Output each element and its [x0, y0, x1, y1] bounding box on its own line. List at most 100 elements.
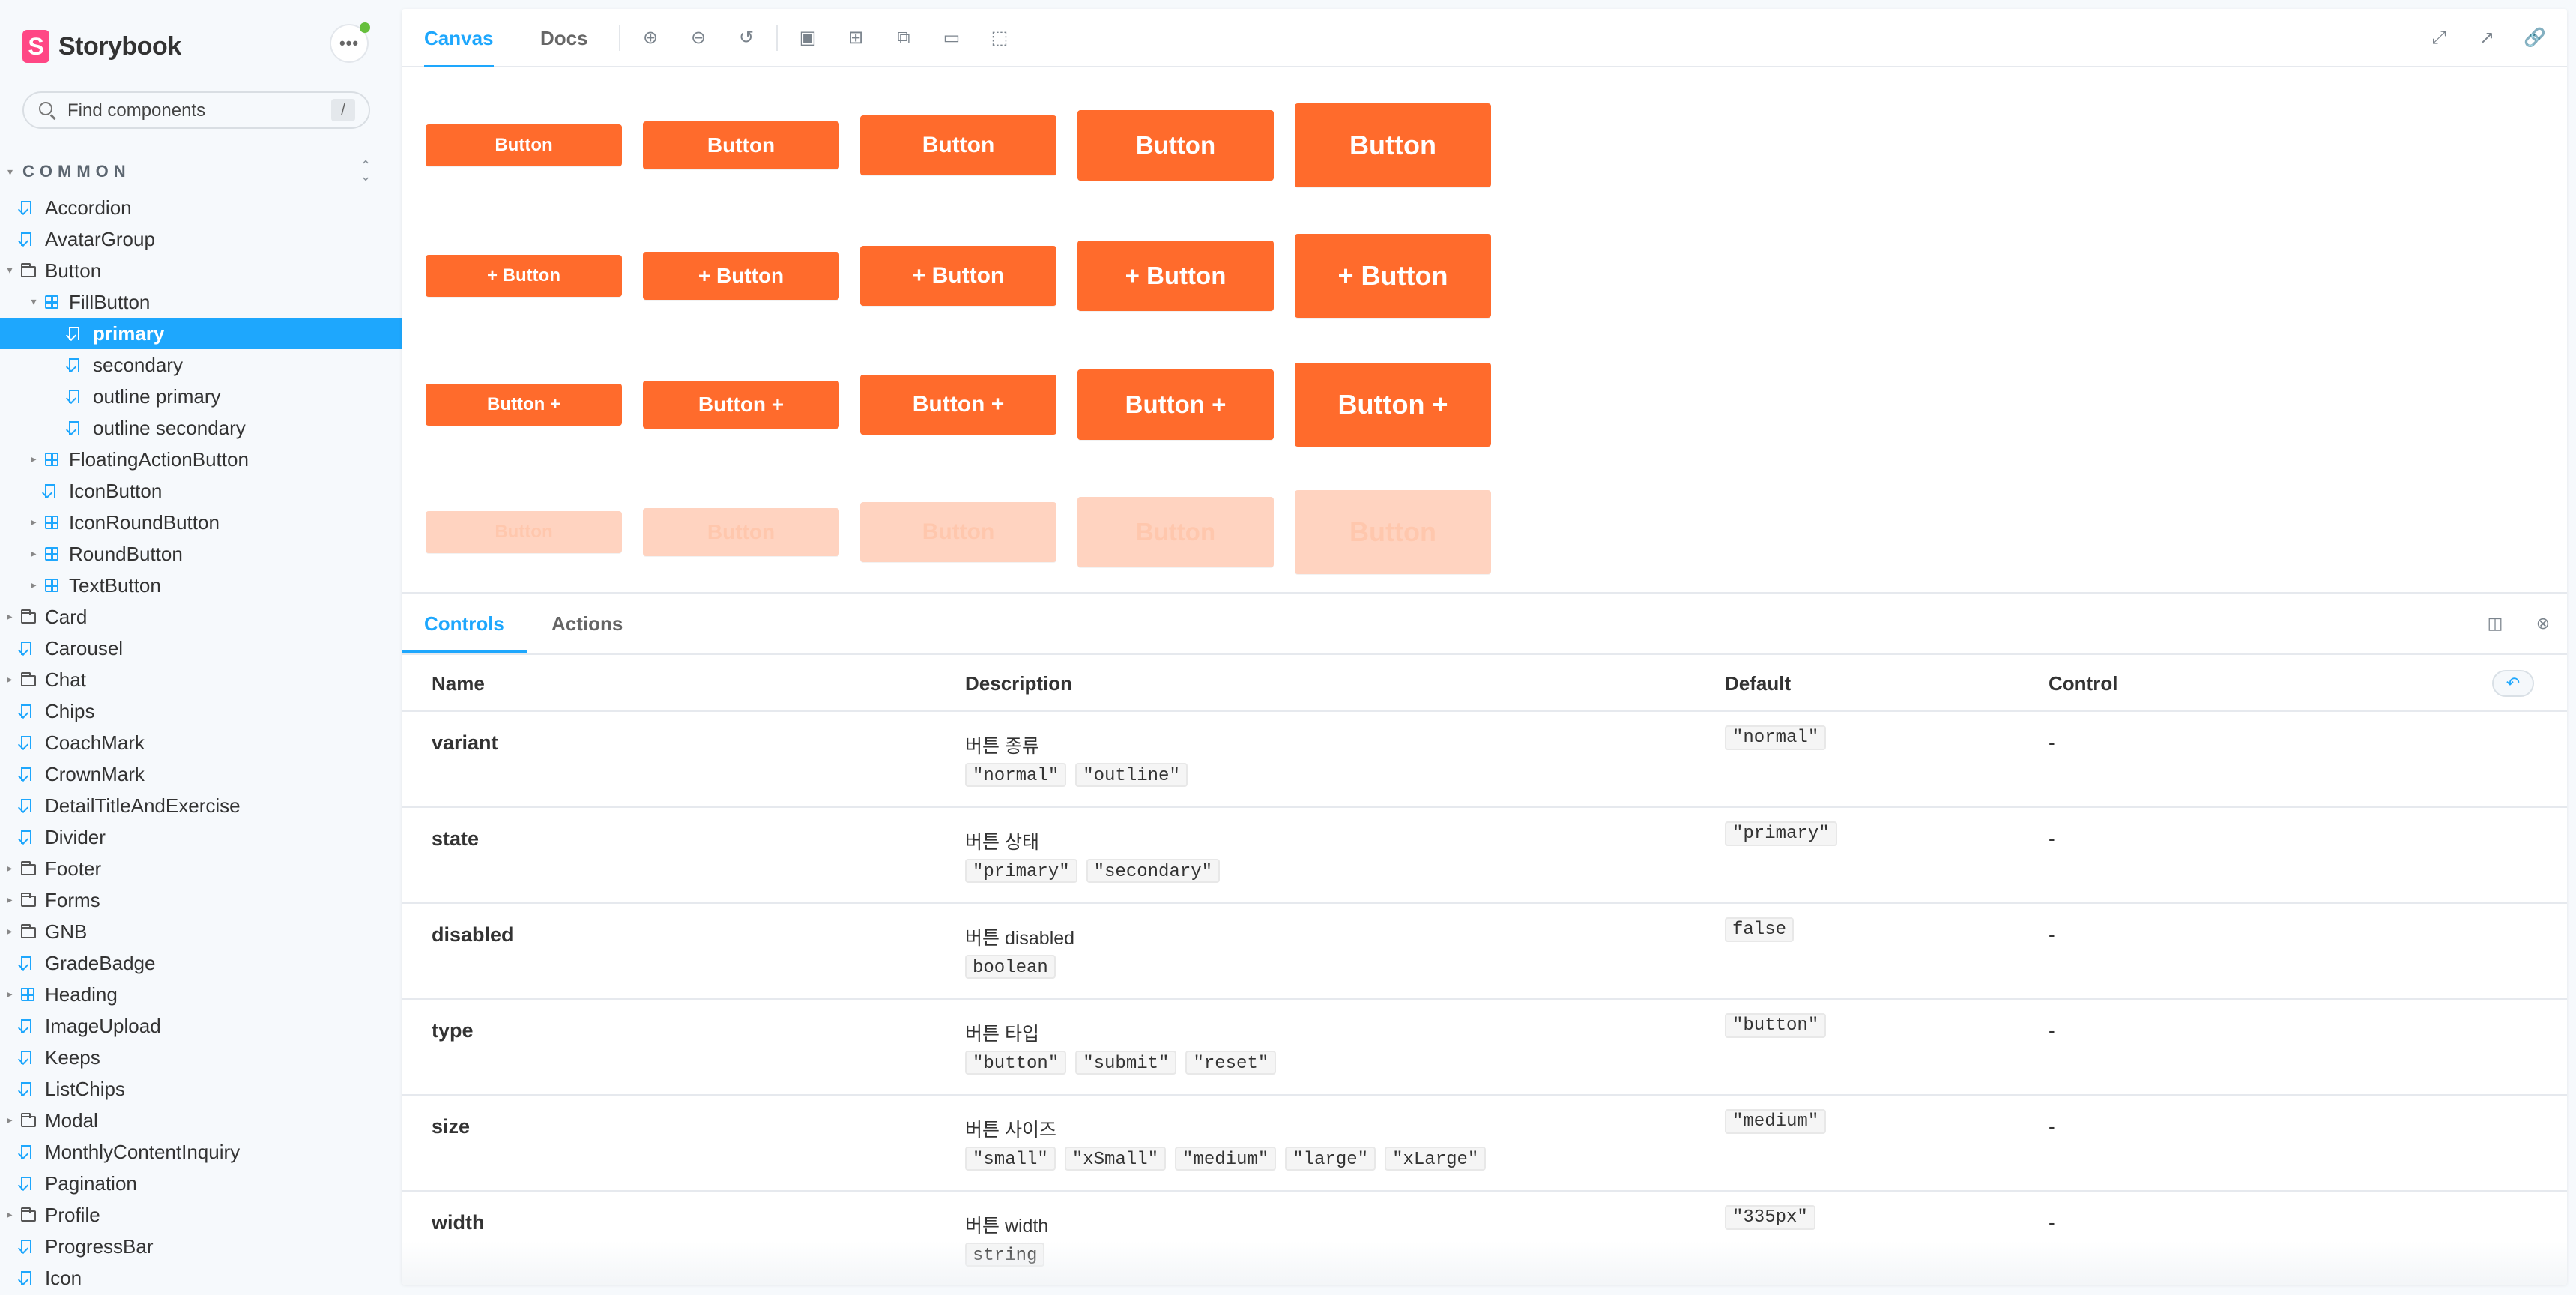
sidebar-item-avatargroup[interactable]: AvatarGroup — [0, 223, 402, 255]
sidebar-item-detailtitleandexercise[interactable]: DetailTitleAndExercise — [0, 790, 402, 821]
sidebar-item-accordion[interactable]: Accordion — [0, 192, 402, 223]
chevron-right-icon[interactable]: ▸ — [28, 579, 39, 591]
viewport-icon[interactable]: ⧉ — [892, 27, 915, 49]
sidebar-item-profile[interactable]: ▸ Profile — [0, 1199, 402, 1231]
story-button-trailing-plus-1[interactable]: Button + — [426, 384, 622, 426]
tab-actions[interactable]: Actions — [551, 594, 623, 653]
sidebar-item-modal[interactable]: ▸ Modal — [0, 1105, 402, 1136]
sidebar-item-secondary[interactable]: secondary — [0, 349, 402, 381]
story-button-leading-plus-5[interactable]: + Button — [1295, 234, 1491, 318]
tab-controls[interactable]: Controls — [402, 594, 527, 653]
sidebar-item-card[interactable]: ▸ Card — [0, 601, 402, 633]
story-button-plain-3[interactable]: Button — [860, 115, 1056, 175]
sidebar-item-label: Chat — [45, 668, 86, 691]
section-header-common[interactable]: ▾ COMMON ⌃ ⌄ — [7, 159, 375, 183]
story-button-plain-5[interactable]: Button — [1295, 103, 1491, 187]
sidebar-item-roundbutton[interactable]: ▸ RoundButton — [0, 538, 402, 570]
search-input[interactable] — [66, 93, 339, 129]
sidebar-item-pagination[interactable]: Pagination — [0, 1168, 402, 1199]
story-button-trailing-plus-5[interactable]: Button + — [1295, 363, 1491, 447]
sidebar-item-icon[interactable]: Icon — [0, 1262, 402, 1294]
chevron-right-icon[interactable]: ▸ — [4, 893, 15, 906]
sidebar-item-floatingactionbutton[interactable]: ▸ FloatingActionButton — [0, 444, 402, 475]
measure-icon[interactable]: ▭ — [940, 27, 963, 49]
component-icon — [21, 988, 34, 1001]
type-chip: string — [965, 1243, 1045, 1267]
sidebar-item-monthlycontentinquiry[interactable]: MonthlyContentInquiry — [0, 1136, 402, 1168]
sidebar-item-progressbar[interactable]: ProgressBar — [0, 1231, 402, 1262]
bookmark-icon — [21, 1145, 31, 1159]
chevron-right-icon[interactable]: ▸ — [28, 516, 39, 528]
sidebar-item-label: Profile — [45, 1203, 100, 1226]
outline-icon[interactable]: ⬚ — [988, 27, 1011, 49]
sidebar-item-gradebadge[interactable]: GradeBadge — [0, 947, 402, 979]
copy-link-icon[interactable]: 🔗 — [2524, 27, 2546, 49]
chevron-right-icon[interactable]: ▸ — [4, 1208, 15, 1221]
tab-canvas[interactable]: Canvas — [424, 9, 494, 69]
sidebar-item-outline-primary[interactable]: outline primary — [0, 381, 402, 412]
sidebar-item-carousel[interactable]: Carousel — [0, 633, 402, 664]
sidebar-item-coachmark[interactable]: CoachMark — [0, 727, 402, 758]
sidebar-item-crownmark[interactable]: CrownMark — [0, 758, 402, 790]
story-button-leading-plus-2[interactable]: + Button — [643, 252, 839, 300]
zoom-in-icon[interactable]: ⊕ — [639, 27, 662, 49]
story-button-leading-plus-3[interactable]: + Button — [860, 246, 1056, 306]
sidebar-item-divider[interactable]: Divider — [0, 821, 402, 853]
background-icon[interactable]: ▣ — [796, 27, 819, 49]
sidebar-item-keeps[interactable]: Keeps — [0, 1042, 402, 1073]
chevron-right-icon[interactable]: ▸ — [28, 453, 39, 465]
sidebar-item-outline-secondary[interactable]: outline secondary — [0, 412, 402, 444]
addons-panel: Controls Actions ◫ ⊗ Name Description De… — [402, 592, 2567, 1285]
story-button-leading-plus-1[interactable]: + Button — [426, 255, 622, 297]
sidebar-item-button[interactable]: ▾ Button — [0, 255, 402, 286]
sidebar-item-heading[interactable]: ▸ Heading — [0, 979, 402, 1010]
brand[interactable]: S Storybook — [22, 27, 181, 66]
arg-default: "medium" — [1725, 1109, 1827, 1134]
arg-type-options: "small" "xSmall" "medium" "large" "xLarge" — [965, 1147, 1487, 1171]
sidebar-item-gnb[interactable]: ▸ GNB — [0, 916, 402, 947]
sidebar-item-iconroundbutton[interactable]: ▸ IconRoundButton — [0, 507, 402, 538]
chevron-right-icon[interactable]: ▸ — [28, 547, 39, 560]
arg-description: 버튼 타입 — [965, 1024, 1039, 1045]
sidebar-item-imageupload[interactable]: ImageUpload — [0, 1010, 402, 1042]
arg-default: "normal" — [1725, 725, 1827, 750]
story-button-plain-4[interactable]: Button — [1077, 110, 1274, 181]
zoom-reset-icon[interactable]: ↺ — [735, 27, 758, 49]
sidebar-item-label: Accordion — [45, 196, 132, 219]
chevron-right-icon[interactable]: ▸ — [4, 610, 15, 623]
grid-icon[interactable]: ⊞ — [844, 27, 867, 49]
reset-controls-button[interactable]: ↶ — [2492, 670, 2534, 697]
sidebar-item-fillbutton[interactable]: ▾ FillButton — [0, 286, 402, 318]
chevron-right-icon[interactable]: ▸ — [4, 673, 15, 686]
chevron-right-icon[interactable]: ▸ — [4, 988, 15, 1000]
story-button-trailing-plus-4[interactable]: Button + — [1077, 369, 1274, 440]
story-button-plain-1[interactable]: Button — [426, 124, 622, 166]
collapse-all-icon[interactable]: ⌃ ⌄ — [357, 159, 375, 183]
sidebar-item-iconbutton[interactable]: IconButton — [0, 475, 402, 507]
story-button-disabled-3: Button — [860, 502, 1056, 562]
zoom-out-icon[interactable]: ⊖ — [687, 27, 710, 49]
panel-layout-icon[interactable]: ◫ — [2485, 613, 2506, 634]
chevron-right-icon[interactable]: ▸ — [4, 1114, 15, 1126]
sidebar-item-label: MonthlyContentInquiry — [45, 1140, 241, 1163]
chevron-right-icon[interactable]: ▸ — [4, 862, 15, 875]
sidebar-item-primary[interactable]: primary — [0, 318, 402, 349]
type-chip: "primary" — [965, 859, 1077, 883]
sidebar-item-textbutton[interactable]: ▸ TextButton — [0, 570, 402, 601]
story-button-trailing-plus-2[interactable]: Button + — [643, 381, 839, 429]
sidebar-item-forms[interactable]: ▸ Forms — [0, 884, 402, 916]
story-button-plain-2[interactable]: Button — [643, 121, 839, 169]
sidebar-item-chat[interactable]: ▸ Chat — [0, 664, 402, 695]
story-button-trailing-plus-3[interactable]: Button + — [860, 375, 1056, 435]
close-panel-icon[interactable]: ⊗ — [2533, 613, 2554, 634]
sidebar-item-footer[interactable]: ▸ Footer — [0, 853, 402, 884]
chevron-down-icon[interactable]: ▾ — [4, 264, 15, 277]
chevron-down-icon[interactable]: ▾ — [28, 295, 39, 308]
open-new-tab-icon[interactable]: ↗ — [2476, 27, 2498, 49]
sidebar-item-chips[interactable]: Chips — [0, 695, 402, 727]
tab-docs[interactable]: Docs — [540, 9, 588, 67]
sidebar-item-listchips[interactable]: ListChips — [0, 1073, 402, 1105]
chevron-right-icon[interactable]: ▸ — [4, 925, 15, 938]
fullscreen-icon[interactable]: ⤢ — [2428, 27, 2450, 49]
story-button-leading-plus-4[interactable]: + Button — [1077, 241, 1274, 311]
